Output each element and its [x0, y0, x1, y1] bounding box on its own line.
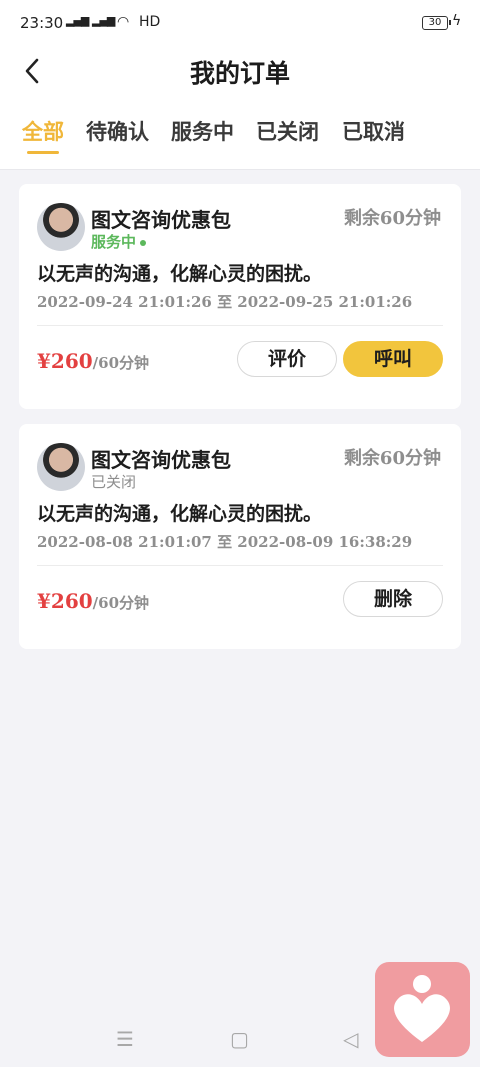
charging-icon: ϟ	[452, 13, 462, 29]
divider	[37, 565, 443, 566]
status-badge: 已关闭	[91, 471, 136, 492]
remaining-time: 剩余60分钟	[343, 448, 441, 469]
tab-in-service[interactable]: 服务中	[171, 116, 234, 146]
order-card[interactable]: 图文咨询优惠包 剩余60分钟 服务中 以无声的沟通，化解心灵的困扰。 2022-…	[19, 184, 461, 409]
page-title: 我的订单	[189, 59, 290, 88]
tab-closed[interactable]: 已关闭	[256, 116, 319, 146]
order-card[interactable]: 图文咨询优惠包 剩余60分钟 已关闭 以无声的沟通，化解心灵的困扰。 2022-…	[19, 424, 461, 649]
price-amount: ¥260	[37, 589, 93, 613]
order-price: ¥260/60分钟	[37, 589, 149, 613]
order-title: 图文咨询优惠包	[91, 208, 231, 232]
price-unit: /60分钟	[92, 594, 150, 612]
network-label: HD	[139, 14, 161, 30]
order-time-range: 2022-09-24 21:01:26 至 2022-09-25 21:01:2…	[37, 293, 413, 311]
signal-icon: ▂▄▆	[66, 14, 89, 27]
order-title: 图文咨询优惠包	[91, 448, 231, 472]
order-description: 以无声的沟通，化解心灵的困扰。	[37, 503, 323, 525]
avatar	[37, 443, 85, 491]
tab-cancelled[interactable]: 已取消	[342, 116, 405, 146]
order-tabs: 全部 待确认 服务中 已关闭 已取消	[0, 116, 480, 156]
order-price: ¥260/60分钟	[37, 349, 149, 373]
price-unit: /60分钟	[92, 354, 150, 372]
call-button[interactable]: 呼叫	[343, 341, 443, 377]
delete-button[interactable]: 删除	[343, 581, 443, 617]
status-time: 23:30	[20, 14, 64, 32]
tab-all[interactable]: 全部	[22, 116, 64, 146]
floating-action-button[interactable]	[375, 962, 470, 1057]
status-label: 服务中	[91, 233, 137, 251]
status-bar: 23:30 ▂▄▆ ▂▄▆ ◠ HD 30 ϟ	[0, 0, 480, 46]
price-amount: ¥260	[37, 349, 93, 373]
divider	[37, 325, 443, 326]
menu-icon[interactable]: ☰	[116, 1027, 134, 1051]
status-label: 已关闭	[91, 473, 137, 491]
home-square-icon[interactable]: ▢	[230, 1027, 249, 1051]
order-description: 以无声的沟通，化解心灵的困扰。	[37, 263, 323, 285]
top-area: 23:30 ▂▄▆ ▂▄▆ ◠ HD 30 ϟ 我的订单 全部 待确认 服务中 …	[0, 0, 480, 170]
remaining-time: 剩余60分钟	[343, 208, 441, 229]
status-dot-icon	[140, 240, 147, 246]
heart-person-icon	[394, 975, 450, 1042]
avatar	[37, 203, 85, 251]
active-tab-indicator	[27, 151, 59, 154]
review-button[interactable]: 评价	[237, 341, 337, 377]
tab-pending[interactable]: 待确认	[86, 116, 149, 146]
wifi-icon: ◠	[117, 14, 129, 30]
battery-icon: 30	[422, 16, 451, 30]
status-badge: 服务中	[91, 231, 147, 252]
signal-icon-2: ▂▄▆	[92, 14, 115, 27]
order-time-range: 2022-08-08 21:01:07 至 2022-08-09 16:38:2…	[37, 533, 413, 551]
back-triangle-icon[interactable]: ◁	[343, 1027, 358, 1051]
